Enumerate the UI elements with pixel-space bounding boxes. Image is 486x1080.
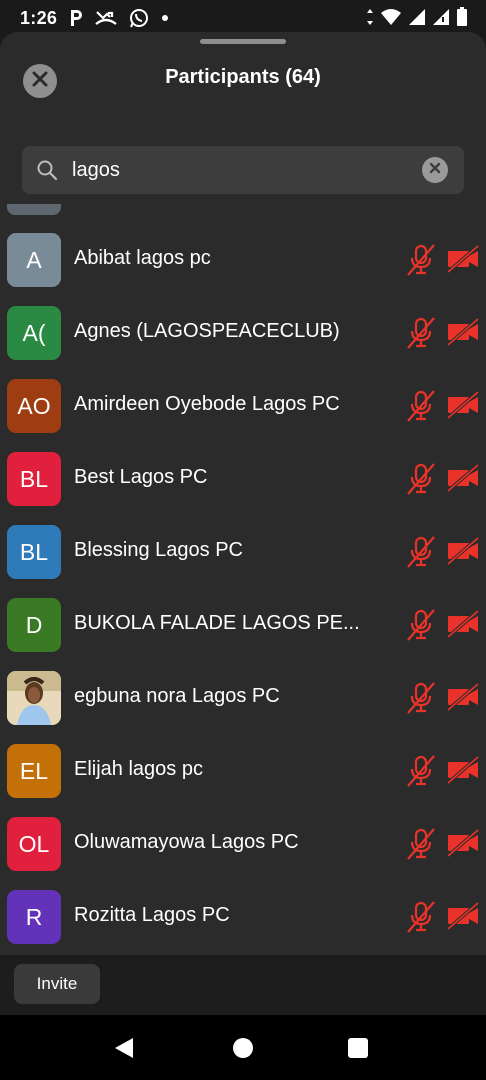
video-off-icon[interactable]: [446, 244, 480, 278]
participants-sheet: Participants (64) A Abibat lagos pc A( Agne…: [0, 32, 486, 1015]
missed-call-icon: [95, 9, 117, 27]
participant-row[interactable]: A Abibat lagos pc: [0, 233, 486, 306]
status-left-icons: [69, 8, 169, 28]
sheet-drag-handle[interactable]: [200, 39, 286, 44]
signal-icon: [408, 8, 426, 26]
video-off-icon[interactable]: [446, 828, 480, 862]
search-bar: [22, 146, 464, 194]
video-off-icon[interactable]: [446, 901, 480, 935]
system-nav-bar: [0, 1015, 486, 1080]
video-off-icon[interactable]: [446, 317, 480, 351]
participant-name: Rozitta Lagos PC: [74, 904, 230, 926]
search-input[interactable]: [72, 146, 412, 194]
clear-search-button[interactable]: [422, 157, 448, 183]
avatar: R: [7, 890, 61, 944]
status-bar: 1:26: [0, 0, 486, 36]
avatar: EL: [7, 744, 61, 798]
mic-muted-icon[interactable]: [404, 900, 438, 939]
avatar: [7, 204, 61, 215]
participant-row[interactable]: A( Agnes (LAGOSPEACECLUB): [0, 306, 486, 379]
avatar: OL: [7, 817, 61, 871]
participant-name: egbuna nora Lagos PC: [74, 685, 280, 707]
video-off-icon[interactable]: [446, 390, 480, 424]
whatsapp-icon: [129, 8, 149, 28]
p-icon: [69, 9, 83, 27]
participant-name: Elijah lagos pc: [74, 758, 203, 780]
invite-button[interactable]: Invite: [14, 964, 100, 1004]
video-off-icon[interactable]: [446, 463, 480, 497]
avatar: [7, 671, 61, 725]
clear-icon: [429, 161, 441, 179]
avatar: D: [7, 598, 61, 652]
participant-name: Best Lagos PC: [74, 466, 208, 488]
battery-icon: [456, 7, 468, 27]
participant-name: Amirdeen Oyebode Lagos PC: [74, 393, 340, 415]
video-off-icon: [446, 204, 474, 206]
mic-muted-icon[interactable]: [404, 535, 438, 574]
back-icon[interactable]: [114, 1037, 134, 1064]
participant-name: Abibat lagos pc: [74, 247, 211, 269]
participant-row[interactable]: AO Amirdeen Oyebode Lagos PC: [0, 379, 486, 452]
video-off-icon[interactable]: [446, 536, 480, 570]
video-off-icon[interactable]: [446, 609, 480, 643]
mic-muted-icon: [404, 204, 438, 206]
participant-name: Oluwamayowa Lagos PC: [74, 831, 299, 853]
participant-row[interactable]: D BUKOLA FALADE LAGOS PE...: [0, 598, 486, 671]
status-time: 1:26: [20, 7, 58, 28]
mic-muted-icon[interactable]: [404, 462, 438, 501]
mic-muted-icon[interactable]: [404, 316, 438, 355]
dot-icon: [161, 14, 169, 22]
participant-row[interactable]: BL Best Lagos PC: [0, 452, 486, 525]
video-off-icon[interactable]: [446, 682, 480, 716]
mic-muted-icon[interactable]: [404, 608, 438, 647]
participant-name: BUKOLA FALADE LAGOS PE...: [74, 612, 360, 634]
avatar: AO: [7, 379, 61, 433]
participant-row[interactable]: R Rozitta Lagos PC: [0, 890, 486, 955]
participant-row[interactable]: OL Oluwamayowa Lagos PC: [0, 817, 486, 890]
home-icon[interactable]: [233, 1038, 253, 1058]
mic-muted-icon[interactable]: [404, 754, 438, 793]
avatar: A(: [7, 306, 61, 360]
recents-icon[interactable]: [348, 1038, 368, 1058]
data-arrows-icon: [366, 8, 374, 26]
signal-icon: [432, 8, 450, 26]
video-off-icon[interactable]: [446, 755, 480, 789]
participant-list[interactable]: A Abibat lagos pc A( Agnes (LAGOSPEACECLUB)…: [0, 204, 486, 955]
participant-rows: A Abibat lagos pc A( Agnes (LAGOSPEACECLUB)…: [0, 233, 486, 955]
mic-muted-icon[interactable]: [404, 389, 438, 428]
wifi-icon: [380, 8, 402, 26]
status-right-icons: [366, 7, 468, 27]
mic-muted-icon[interactable]: [404, 681, 438, 720]
participant-row[interactable]: egbuna nora Lagos PC: [0, 671, 486, 744]
avatar: BL: [7, 452, 61, 506]
participant-row[interactable]: BL Blessing Lagos PC: [0, 525, 486, 598]
search-icon: [36, 159, 58, 186]
mic-muted-icon[interactable]: [404, 827, 438, 866]
participant-name: Blessing Lagos PC: [74, 539, 243, 561]
page-title: Participants (64): [165, 66, 321, 88]
avatar: A: [7, 233, 61, 287]
peek-status-icons: [404, 204, 474, 206]
participant-name: Agnes (LAGOSPEACECLUB): [74, 320, 340, 342]
avatar: BL: [7, 525, 61, 579]
participant-row[interactable]: EL Elijah lagos pc: [0, 744, 486, 817]
mic-muted-icon[interactable]: [404, 243, 438, 282]
